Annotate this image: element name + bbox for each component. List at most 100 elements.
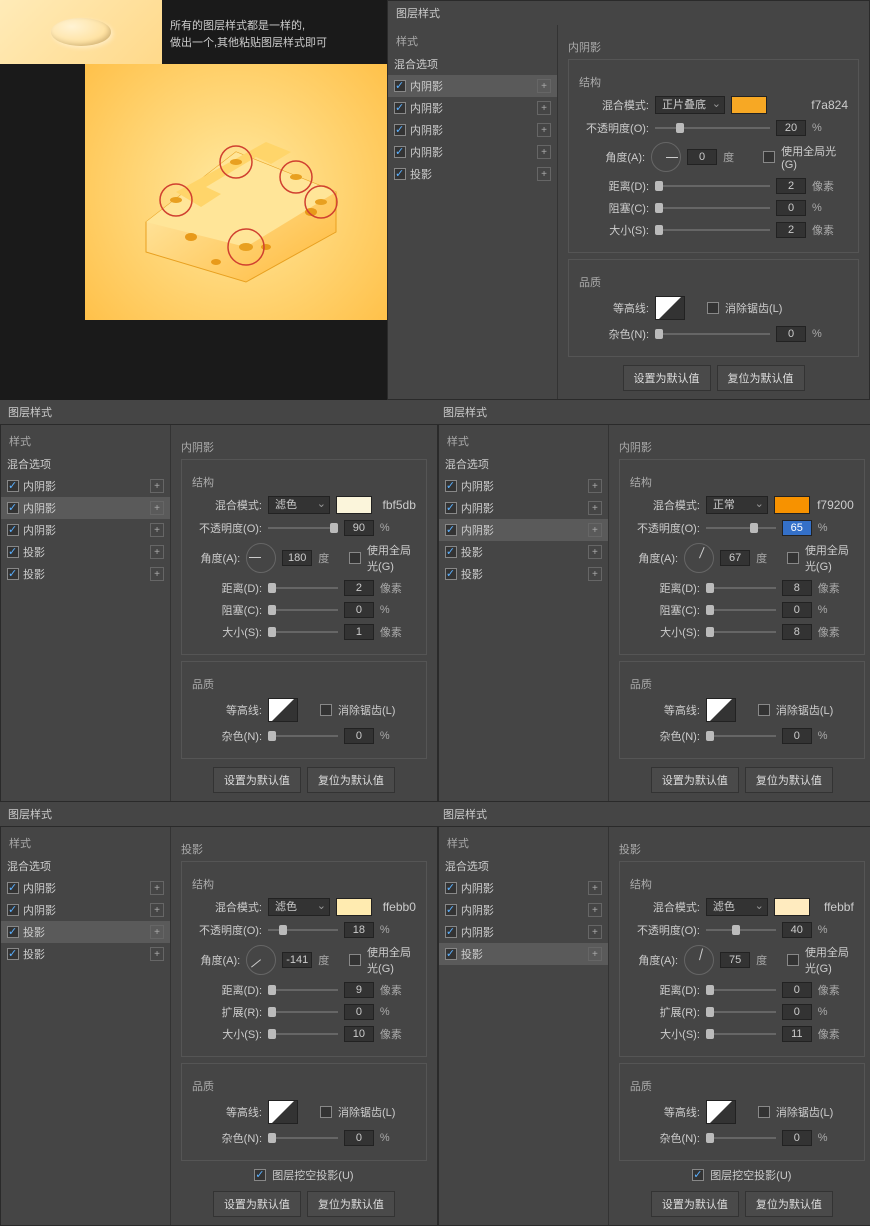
- angle-input[interactable]: [282, 550, 312, 566]
- global-light-checkbox[interactable]: [763, 151, 775, 163]
- checkbox-icon[interactable]: [7, 882, 19, 894]
- blend-mode-select[interactable]: 滤色: [268, 898, 330, 916]
- color-swatch[interactable]: [731, 96, 767, 114]
- style-item-dropShadow[interactable]: 投影 +: [439, 943, 608, 965]
- distance-slider[interactable]: [268, 983, 338, 997]
- angle-dial[interactable]: [684, 945, 714, 975]
- size-slider[interactable]: [268, 625, 338, 639]
- opacity-input[interactable]: [782, 520, 812, 536]
- style-item-innerShadow[interactable]: 内阴影 +: [388, 141, 557, 163]
- add-effect-icon[interactable]: +: [150, 567, 164, 581]
- make-default-button[interactable]: 设置为默认值: [213, 767, 301, 793]
- checkbox-icon[interactable]: [7, 568, 19, 580]
- noise-input[interactable]: [776, 326, 806, 342]
- make-default-button[interactable]: 设置为默认值: [213, 1191, 301, 1217]
- global-light-checkbox[interactable]: [349, 552, 361, 564]
- style-item-dropShadow[interactable]: 投影 +: [1, 563, 170, 585]
- angle-dial[interactable]: [684, 543, 714, 573]
- color-swatch[interactable]: [336, 898, 372, 916]
- color-swatch[interactable]: [774, 898, 810, 916]
- blend-mode-select[interactable]: 正常: [706, 496, 768, 514]
- add-effect-icon[interactable]: +: [588, 947, 602, 961]
- distance-slider[interactable]: [706, 983, 776, 997]
- contour-picker[interactable]: [655, 296, 685, 320]
- style-item-dropShadow[interactable]: 投影 +: [1, 541, 170, 563]
- distance-input[interactable]: [344, 580, 374, 596]
- add-effect-icon[interactable]: +: [537, 123, 551, 137]
- size-input[interactable]: [782, 1026, 812, 1042]
- style-item-dropShadow[interactable]: 投影 +: [1, 943, 170, 965]
- style-item-innerShadow[interactable]: 内阴影 +: [1, 519, 170, 541]
- knockout-checkbox[interactable]: [254, 1169, 266, 1181]
- checkbox-icon[interactable]: [7, 546, 19, 558]
- blend-mode-select[interactable]: 正片叠底: [655, 96, 725, 114]
- add-effect-icon[interactable]: +: [588, 903, 602, 917]
- make-default-button[interactable]: 设置为默认值: [651, 767, 739, 793]
- size-slider[interactable]: [268, 1027, 338, 1041]
- choke-slider[interactable]: [268, 1005, 338, 1019]
- antialias-checkbox[interactable]: [758, 704, 770, 716]
- angle-input[interactable]: [720, 550, 750, 566]
- style-item-innerShadow[interactable]: 内阴影 +: [1, 899, 170, 921]
- checkbox-icon[interactable]: [445, 502, 457, 514]
- size-slider[interactable]: [706, 625, 776, 639]
- noise-input[interactable]: [782, 1130, 812, 1146]
- style-item-innerShadow[interactable]: 内阴影 +: [1, 475, 170, 497]
- knockout-checkbox[interactable]: [692, 1169, 704, 1181]
- contour-picker[interactable]: [706, 698, 736, 722]
- style-item-innerShadow[interactable]: 内阴影 +: [439, 475, 608, 497]
- checkbox-icon[interactable]: [445, 524, 457, 536]
- make-default-button[interactable]: 设置为默认值: [623, 365, 711, 391]
- antialias-checkbox[interactable]: [320, 704, 332, 716]
- style-item-dropShadow[interactable]: 投影 +: [388, 163, 557, 185]
- add-effect-icon[interactable]: +: [537, 145, 551, 159]
- blend-options-row[interactable]: 混合选项: [388, 53, 557, 75]
- add-effect-icon[interactable]: +: [588, 925, 602, 939]
- add-effect-icon[interactable]: +: [150, 903, 164, 917]
- style-item-dropShadow[interactable]: 投影 +: [439, 563, 608, 585]
- global-light-checkbox[interactable]: [349, 954, 361, 966]
- noise-input[interactable]: [344, 728, 374, 744]
- add-effect-icon[interactable]: +: [150, 523, 164, 537]
- reset-default-button[interactable]: 复位为默认值: [307, 1191, 395, 1217]
- opacity-slider[interactable]: [655, 121, 770, 135]
- choke-slider[interactable]: [655, 201, 770, 215]
- checkbox-icon[interactable]: [445, 546, 457, 558]
- add-effect-icon[interactable]: +: [588, 479, 602, 493]
- opacity-input[interactable]: [344, 922, 374, 938]
- angle-input[interactable]: [687, 149, 717, 165]
- color-swatch[interactable]: [774, 496, 810, 514]
- angle-dial[interactable]: [246, 543, 276, 573]
- distance-input[interactable]: [782, 982, 812, 998]
- distance-input[interactable]: [344, 982, 374, 998]
- size-slider[interactable]: [706, 1027, 776, 1041]
- distance-input[interactable]: [782, 580, 812, 596]
- checkbox-icon[interactable]: [394, 80, 406, 92]
- angle-dial[interactable]: [246, 945, 276, 975]
- add-effect-icon[interactable]: +: [588, 501, 602, 515]
- distance-slider[interactable]: [706, 581, 776, 595]
- add-effect-icon[interactable]: +: [150, 479, 164, 493]
- global-light-checkbox[interactable]: [787, 954, 799, 966]
- checkbox-icon[interactable]: [7, 948, 19, 960]
- noise-slider[interactable]: [706, 1131, 776, 1145]
- antialias-checkbox[interactable]: [758, 1106, 770, 1118]
- choke-slider[interactable]: [268, 603, 338, 617]
- opacity-slider[interactable]: [706, 521, 776, 535]
- checkbox-icon[interactable]: [394, 146, 406, 158]
- contour-picker[interactable]: [706, 1100, 736, 1124]
- blend-mode-select[interactable]: 滤色: [706, 898, 768, 916]
- add-effect-icon[interactable]: +: [537, 167, 551, 181]
- checkbox-icon[interactable]: [394, 102, 406, 114]
- add-effect-icon[interactable]: +: [150, 501, 164, 515]
- blend-options-row[interactable]: 混合选项: [439, 453, 608, 475]
- checkbox-icon[interactable]: [7, 502, 19, 514]
- noise-input[interactable]: [782, 728, 812, 744]
- style-item-innerShadow[interactable]: 内阴影 +: [1, 497, 170, 519]
- choke-slider[interactable]: [706, 603, 776, 617]
- add-effect-icon[interactable]: +: [537, 79, 551, 93]
- add-effect-icon[interactable]: +: [588, 881, 602, 895]
- blend-mode-select[interactable]: 滤色: [268, 496, 330, 514]
- style-item-innerShadow[interactable]: 内阴影 +: [388, 97, 557, 119]
- angle-input[interactable]: [720, 952, 750, 968]
